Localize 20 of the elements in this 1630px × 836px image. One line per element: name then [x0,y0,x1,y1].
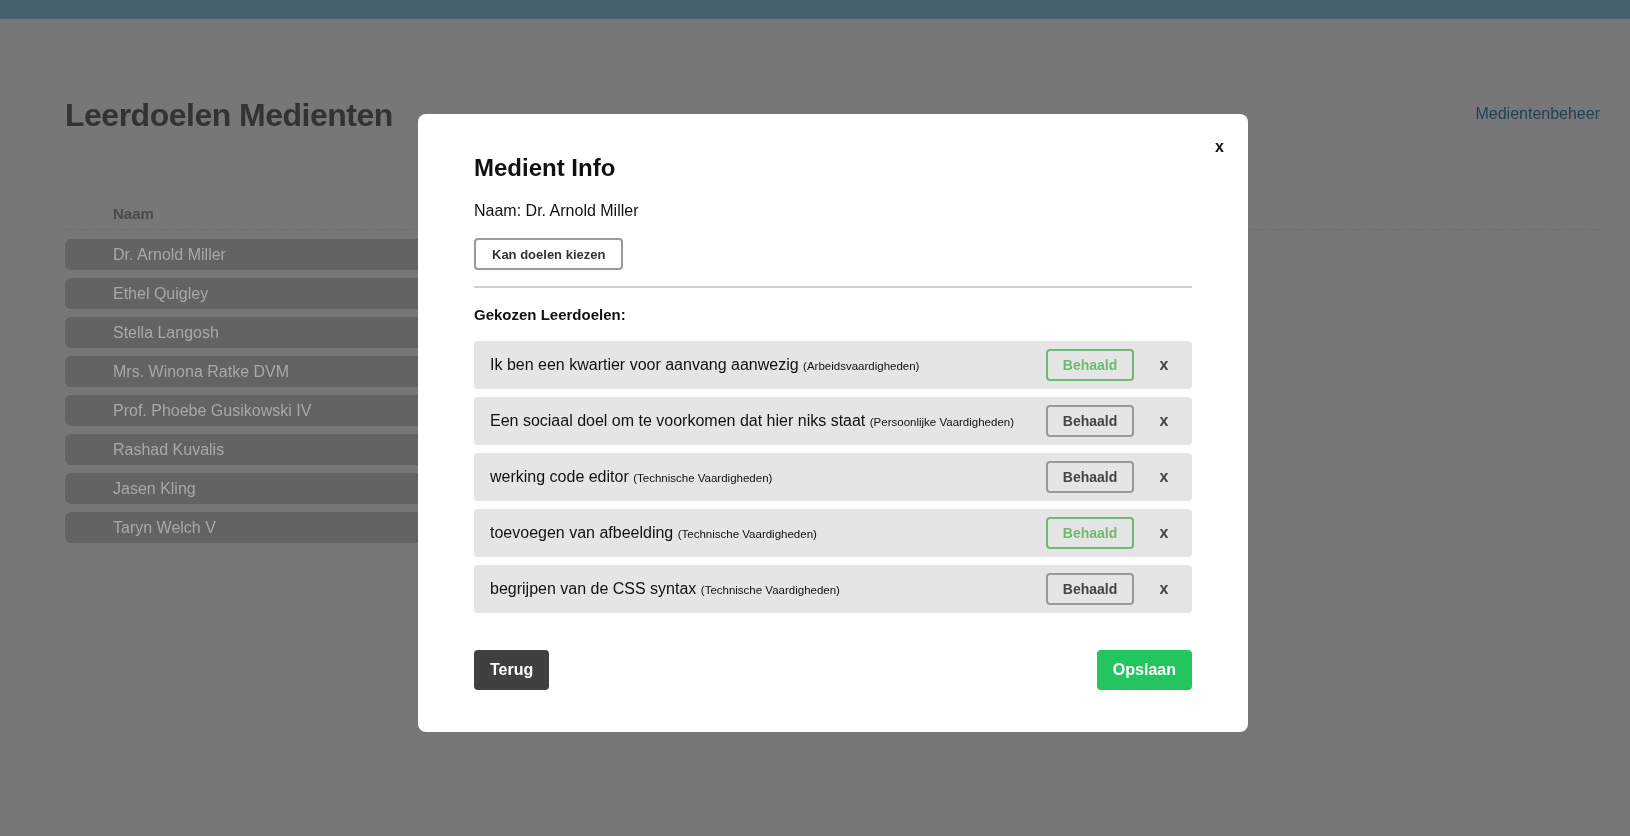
goal-text: Een sociaal doel om te voorkomen dat hier niks staat (Persoonlijke Vaardigheden) [490,412,1016,430]
modal-title: Medient Info [474,154,617,182]
back-button[interactable]: Terug [474,650,550,690]
achieved-button[interactable]: Behaald [1046,573,1134,605]
remove-button[interactable]: x [1152,467,1176,487]
remove-button[interactable]: x [1152,579,1176,599]
page-title: Leerdoelen Medienten [65,99,393,131]
goal-text: begrijpen van de CSS syntax (Technische Vaardigheden) [490,580,841,598]
achieved-button[interactable]: Behaald [1046,461,1134,493]
section-title: Gekozen Leerdoelen: [474,306,627,323]
remove-button[interactable]: x [1152,355,1176,375]
goal-text: werking code editor (Technische Vaardigheden) [490,468,774,486]
student-name: Naam: Dr. Arnold Miller [474,202,640,220]
remove-button[interactable]: x [1152,411,1176,431]
remove-button[interactable]: x [1152,523,1176,543]
close-button[interactable]: x [1211,134,1228,160]
achieved-button[interactable]: Behaald [1046,405,1134,437]
choose-goals-button[interactable]: Kan doelen kiezen [474,238,624,270]
goal-text: toevoegen van afbeelding (Technische Vaardigheden) [490,524,818,542]
goal-text: Ik ben een kwartier voor aanvang aanwezig (Arbeidsvaardigheden) [490,356,921,374]
